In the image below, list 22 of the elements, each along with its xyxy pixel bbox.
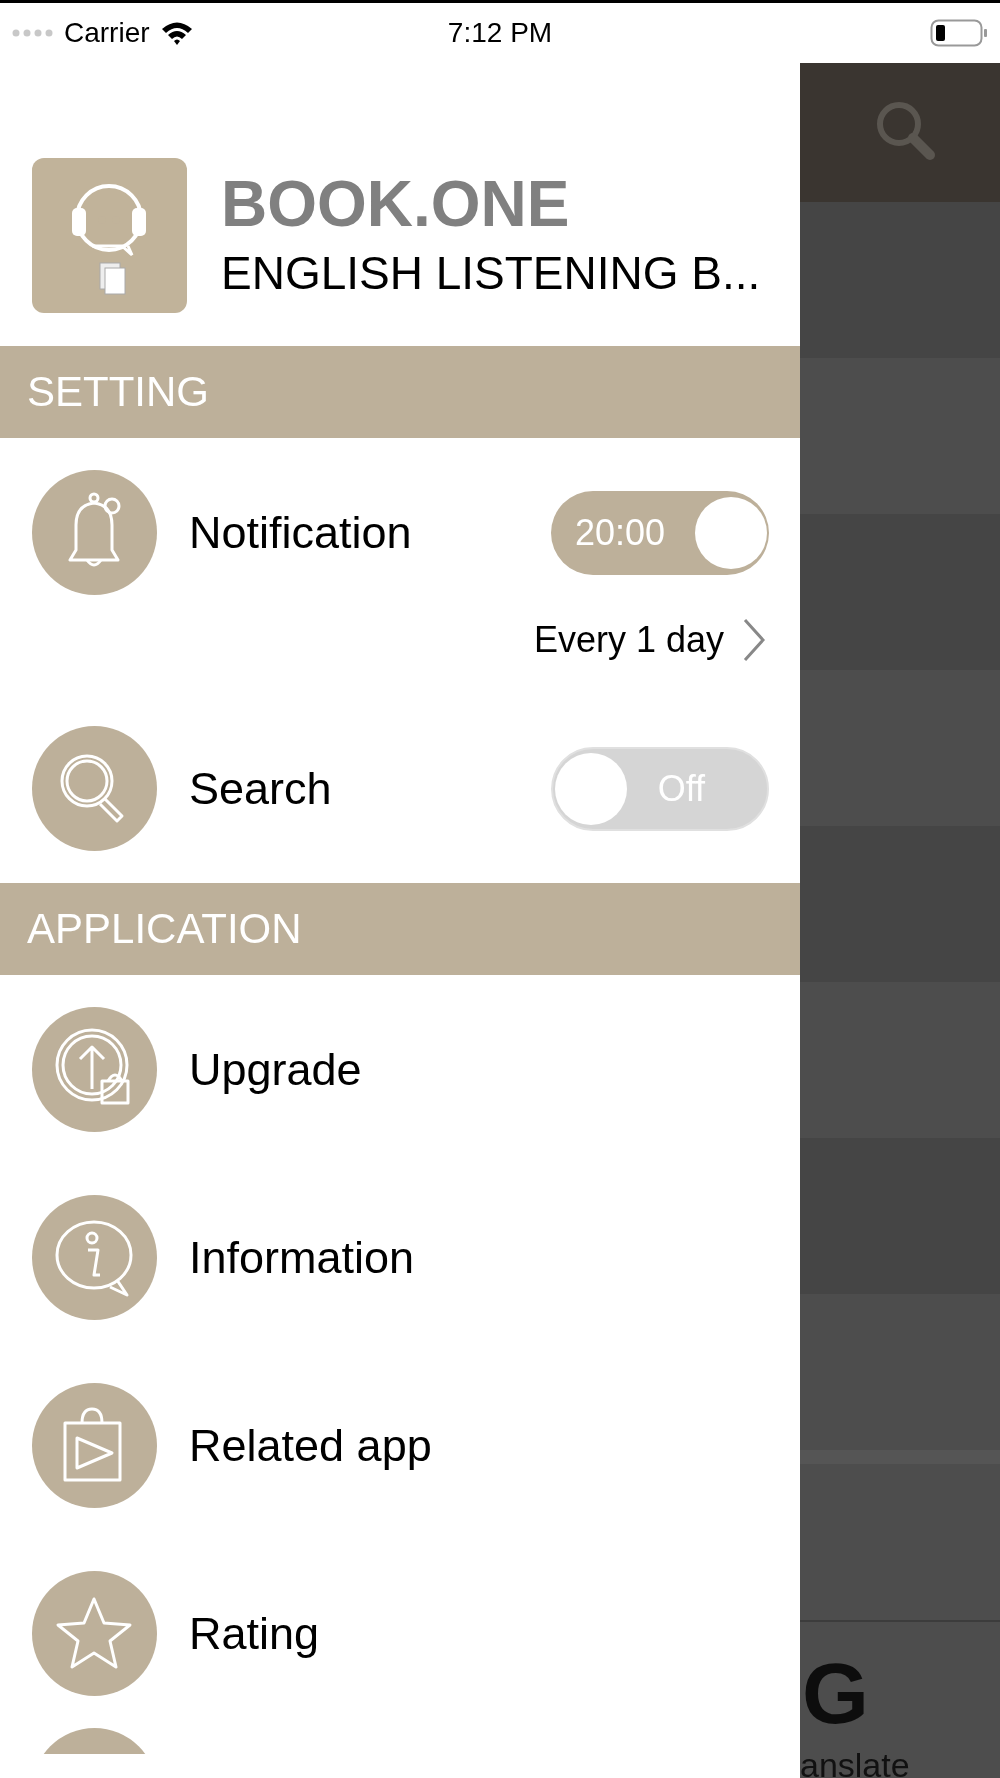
info-icon[interactable] [32,1195,157,1320]
status-time: 7:12 PM [447,17,553,49]
signal-icon [12,29,54,37]
upload-bag-icon[interactable] [32,1007,157,1132]
repeat-interval-link[interactable]: Every 1 day [533,617,766,663]
play-bag-icon[interactable] [32,1383,157,1508]
chevron-right-icon [742,617,766,663]
menu-label[interactable]: Related app [189,1419,769,1472]
battery-icon [930,19,988,47]
menu-label[interactable]: Search [189,762,551,815]
carrier-name: Carrier [64,17,150,49]
menu-label[interactable]: Notification [189,506,551,559]
app-title: BOOK.ONE [221,170,571,239]
section-header: SETTING [0,346,800,438]
section-header: APPLICATION [0,883,800,975]
menu-label[interactable]: Information [189,1231,769,1284]
app-subtitle: ENGLISH LISTENING B... [221,246,761,301]
app-logo-icon [32,158,187,313]
menu-label[interactable]: Upgrade [189,1043,769,1096]
search-icon[interactable] [32,726,157,851]
bell-icon[interactable] [32,470,157,595]
menu-label[interactable]: Rating [189,1607,769,1660]
